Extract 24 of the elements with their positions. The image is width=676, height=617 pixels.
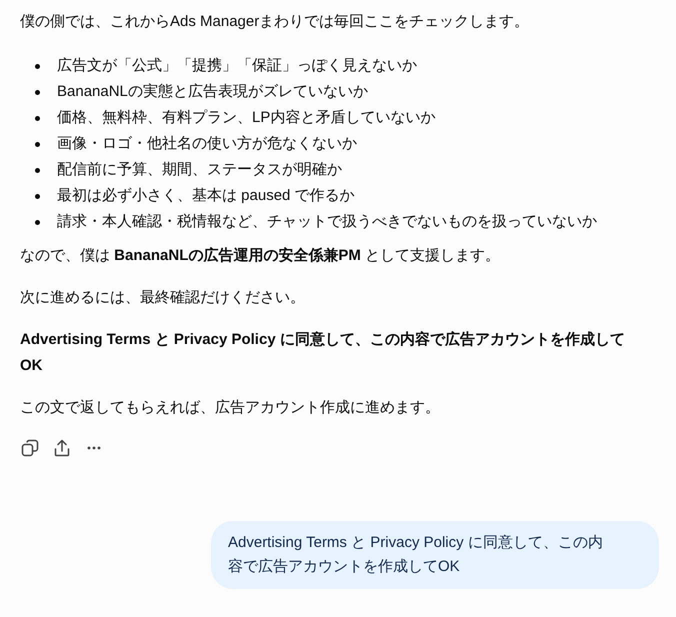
checklist-item: 最初は必ず小さく、基本は paused で作るか <box>57 186 355 206</box>
paragraph-text: なので、僕は BananaNLの広告運用の安全係兼PM として支援します。 <box>20 246 502 266</box>
paragraph-text: Advertising Terms と Privacy Policy に同意して、この内容で広告アカウントを作成してOK <box>20 330 626 376</box>
checklist-item: 広告文が「公式」「提携」「保証」っぽく見えないか <box>57 56 417 76</box>
paragraph-text: この文で返してもらえれば、広告アカウント作成に進めます。 <box>20 398 441 418</box>
bullet-icon <box>35 194 40 198</box>
user-message-bubble: Advertising Terms と Privacy Policy に同意して、この内容で広告アカウントを作成してOK <box>211 521 659 589</box>
intro-text: 僕の側では、これからAds Managerまわりでは毎回ここをチェックします。 <box>20 12 530 32</box>
checklist-item: 画像・ロゴ・他社名の使い方が危なくないか <box>57 134 357 154</box>
checklist-item: BananaNLの実態と広告表現がズレていないか <box>57 82 368 102</box>
checklist-item: 配信前に予算、期間、ステータスが明確か <box>57 160 342 180</box>
checklist-item: 請求・本人確認・税情報など、チャットで扱うべきでないものを扱っていないか <box>57 212 597 232</box>
copy-button[interactable] <box>19 437 41 459</box>
bullet-icon <box>35 220 40 224</box>
paragraph-text: 次に進めるには、最終確認だけください。 <box>20 288 306 308</box>
bullet-icon <box>35 142 40 146</box>
share-icon <box>53 439 71 457</box>
checklist-item: 価格、無料枠、有料プラン、LP内容と矛盾していないか <box>57 108 436 128</box>
bullet-icon <box>35 116 40 120</box>
copy-icon <box>21 439 39 457</box>
more-icon <box>87 446 101 450</box>
bullet-icon <box>35 168 40 172</box>
bullet-icon <box>35 64 40 68</box>
bullet-icon <box>35 90 40 94</box>
